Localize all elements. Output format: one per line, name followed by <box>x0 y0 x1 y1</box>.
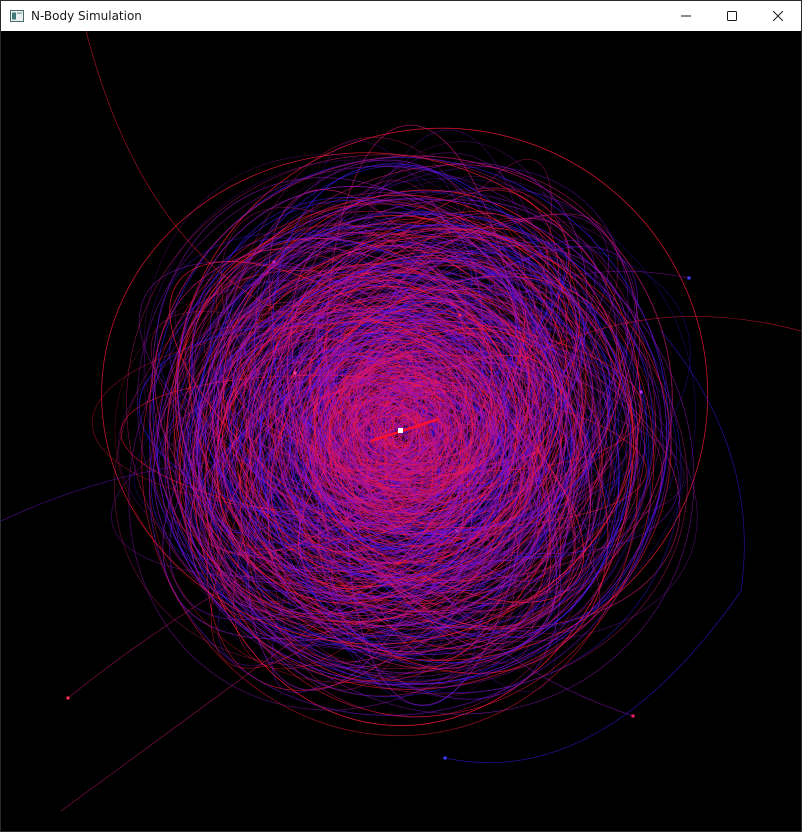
window-app-icon <box>9 8 25 24</box>
window-title: N-Body Simulation <box>31 9 142 23</box>
orbit-trails <box>1 31 801 812</box>
maximize-icon <box>727 11 737 21</box>
body-particle <box>455 529 459 533</box>
body-particle <box>66 696 70 700</box>
body-particle <box>687 276 691 280</box>
body-particle <box>293 371 297 375</box>
close-icon <box>773 11 783 21</box>
close-button[interactable] <box>755 1 801 31</box>
minimize-button[interactable] <box>663 1 709 31</box>
trail-group <box>1 31 801 812</box>
central-body <box>398 428 403 433</box>
app-window: N-Body Simulation <box>0 0 802 832</box>
body-particle <box>443 756 447 760</box>
body-particle <box>639 390 643 394</box>
maximize-button[interactable] <box>709 1 755 31</box>
minimize-icon <box>681 15 691 17</box>
simulation-canvas[interactable] <box>1 31 801 831</box>
body-particle <box>272 260 276 264</box>
title-bar[interactable]: N-Body Simulation <box>1 1 801 31</box>
body-particle <box>631 714 635 718</box>
body-particle <box>458 313 462 317</box>
